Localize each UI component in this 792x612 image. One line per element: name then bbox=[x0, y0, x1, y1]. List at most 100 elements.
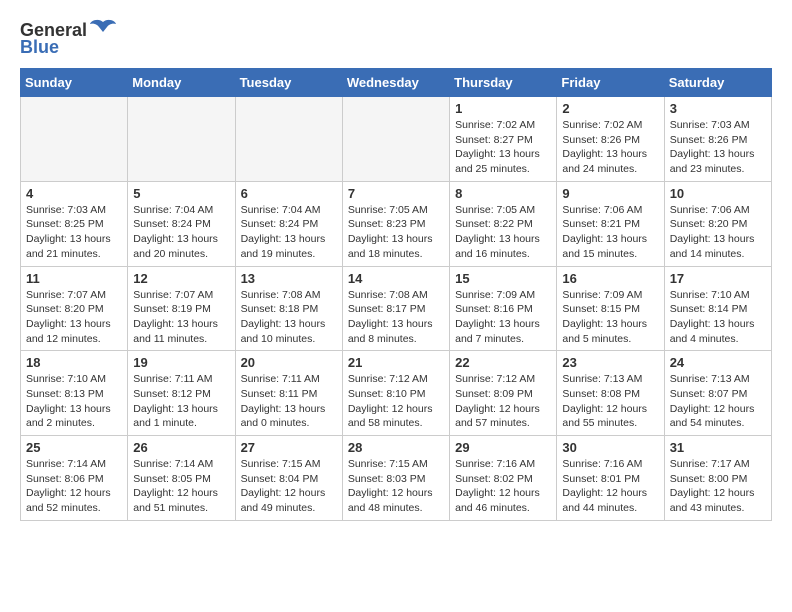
day-info: Sunrise: 7:10 AMSunset: 8:13 PMDaylight:… bbox=[26, 372, 122, 431]
day-number: 17 bbox=[670, 271, 766, 286]
day-info: Sunrise: 7:11 AMSunset: 8:11 PMDaylight:… bbox=[241, 372, 337, 431]
calendar-cell: 26Sunrise: 7:14 AMSunset: 8:05 PMDayligh… bbox=[128, 436, 235, 521]
calendar-cell: 25Sunrise: 7:14 AMSunset: 8:06 PMDayligh… bbox=[21, 436, 128, 521]
page-header: General Blue bbox=[20, 20, 772, 58]
day-number: 10 bbox=[670, 186, 766, 201]
logo: General Blue bbox=[20, 20, 117, 58]
day-info: Sunrise: 7:08 AMSunset: 8:18 PMDaylight:… bbox=[241, 288, 337, 347]
day-info: Sunrise: 7:05 AMSunset: 8:23 PMDaylight:… bbox=[348, 203, 444, 262]
calendar-cell: 10 Sunrise: 7:06 AMSunset: 8:20 PMDayligh… bbox=[664, 181, 771, 266]
calendar-cell: 14Sunrise: 7:08 AMSunset: 8:17 PMDayligh… bbox=[342, 266, 449, 351]
day-number: 28 bbox=[348, 440, 444, 455]
calendar-header-friday: Friday bbox=[557, 69, 664, 97]
day-number: 11 bbox=[26, 271, 122, 286]
calendar-header-row: SundayMondayTuesdayWednesdayThursdayFrid… bbox=[21, 69, 772, 97]
day-number: 21 bbox=[348, 355, 444, 370]
calendar-cell bbox=[21, 97, 128, 182]
day-number: 9 bbox=[562, 186, 658, 201]
day-info: Sunrise: 7:07 AMSunset: 8:19 PMDaylight:… bbox=[133, 288, 229, 347]
day-info: Sunrise: 7:06 AMSunset: 8:21 PMDaylight:… bbox=[562, 203, 658, 262]
day-info: Sunrise: 7:10 AMSunset: 8:14 PMDaylight:… bbox=[670, 288, 766, 347]
calendar-cell: 24Sunrise: 7:13 AMSunset: 8:07 PMDayligh… bbox=[664, 351, 771, 436]
calendar-cell: 19 Sunrise: 7:11 AMSunset: 8:12 PMDayligh… bbox=[128, 351, 235, 436]
day-number: 2 bbox=[562, 101, 658, 116]
day-info: Sunrise: 7:02 AMSunset: 8:27 PMDaylight:… bbox=[455, 118, 551, 177]
calendar-cell: 12 Sunrise: 7:07 AMSunset: 8:19 PMDayligh… bbox=[128, 266, 235, 351]
calendar-cell: 16 Sunrise: 7:09 AMSunset: 8:15 PMDayligh… bbox=[557, 266, 664, 351]
calendar-cell: 8 Sunrise: 7:05 AMSunset: 8:22 PMDaylight… bbox=[450, 181, 557, 266]
day-number: 18 bbox=[26, 355, 122, 370]
calendar-cell bbox=[342, 97, 449, 182]
day-number: 22 bbox=[455, 355, 551, 370]
calendar-cell: 18 Sunrise: 7:10 AMSunset: 8:13 PMDayligh… bbox=[21, 351, 128, 436]
calendar-cell: 5 Sunrise: 7:04 AMSunset: 8:24 PMDaylight… bbox=[128, 181, 235, 266]
calendar-cell: 7Sunrise: 7:05 AMSunset: 8:23 PMDaylight… bbox=[342, 181, 449, 266]
day-number: 19 bbox=[133, 355, 229, 370]
day-number: 30 bbox=[562, 440, 658, 455]
day-number: 16 bbox=[562, 271, 658, 286]
day-info: Sunrise: 7:13 AMSunset: 8:07 PMDaylight:… bbox=[670, 372, 766, 431]
day-info: Sunrise: 7:15 AMSunset: 8:04 PMDaylight:… bbox=[241, 457, 337, 516]
calendar-cell bbox=[128, 97, 235, 182]
day-info: Sunrise: 7:04 AMSunset: 8:24 PMDaylight:… bbox=[133, 203, 229, 262]
calendar-header-monday: Monday bbox=[128, 69, 235, 97]
calendar-cell: 2 Sunrise: 7:02 AMSunset: 8:26 PMDaylight… bbox=[557, 97, 664, 182]
day-info: Sunrise: 7:09 AMSunset: 8:15 PMDaylight:… bbox=[562, 288, 658, 347]
calendar-week-5: 25Sunrise: 7:14 AMSunset: 8:06 PMDayligh… bbox=[21, 436, 772, 521]
day-info: Sunrise: 7:13 AMSunset: 8:08 PMDaylight:… bbox=[562, 372, 658, 431]
calendar-cell: 3 Sunrise: 7:03 AMSunset: 8:26 PMDaylight… bbox=[664, 97, 771, 182]
day-number: 1 bbox=[455, 101, 551, 116]
calendar-header-thursday: Thursday bbox=[450, 69, 557, 97]
day-info: Sunrise: 7:17 AMSunset: 8:00 PMDaylight:… bbox=[670, 457, 766, 516]
calendar-cell: 15 Sunrise: 7:09 AMSunset: 8:16 PMDayligh… bbox=[450, 266, 557, 351]
calendar-cell: 13 Sunrise: 7:08 AMSunset: 8:18 PMDayligh… bbox=[235, 266, 342, 351]
logo-bird-icon bbox=[89, 18, 117, 40]
day-number: 3 bbox=[670, 101, 766, 116]
day-number: 31 bbox=[670, 440, 766, 455]
day-number: 15 bbox=[455, 271, 551, 286]
day-info: Sunrise: 7:06 AMSunset: 8:20 PMDaylight:… bbox=[670, 203, 766, 262]
calendar-cell: 31 Sunrise: 7:17 AMSunset: 8:00 PMDayligh… bbox=[664, 436, 771, 521]
day-info: Sunrise: 7:05 AMSunset: 8:22 PMDaylight:… bbox=[455, 203, 551, 262]
calendar-cell: 4Sunrise: 7:03 AMSunset: 8:25 PMDaylight… bbox=[21, 181, 128, 266]
calendar-week-2: 4Sunrise: 7:03 AMSunset: 8:25 PMDaylight… bbox=[21, 181, 772, 266]
day-info: Sunrise: 7:16 AMSunset: 8:02 PMDaylight:… bbox=[455, 457, 551, 516]
calendar-header-tuesday: Tuesday bbox=[235, 69, 342, 97]
calendar-cell bbox=[235, 97, 342, 182]
day-info: Sunrise: 7:07 AMSunset: 8:20 PMDaylight:… bbox=[26, 288, 122, 347]
day-info: Sunrise: 7:03 AMSunset: 8:25 PMDaylight:… bbox=[26, 203, 122, 262]
day-number: 12 bbox=[133, 271, 229, 286]
day-info: Sunrise: 7:16 AMSunset: 8:01 PMDaylight:… bbox=[562, 457, 658, 516]
day-info: Sunrise: 7:09 AMSunset: 8:16 PMDaylight:… bbox=[455, 288, 551, 347]
calendar-cell: 20Sunrise: 7:11 AMSunset: 8:11 PMDayligh… bbox=[235, 351, 342, 436]
calendar-cell: 6 Sunrise: 7:04 AMSunset: 8:24 PMDaylight… bbox=[235, 181, 342, 266]
calendar-header-sunday: Sunday bbox=[21, 69, 128, 97]
day-number: 25 bbox=[26, 440, 122, 455]
logo-blue-text: Blue bbox=[20, 37, 59, 58]
calendar-cell: 17 Sunrise: 7:10 AMSunset: 8:14 PMDayligh… bbox=[664, 266, 771, 351]
calendar-cell: 1 Sunrise: 7:02 AMSunset: 8:27 PMDaylight… bbox=[450, 97, 557, 182]
day-info: Sunrise: 7:12 AMSunset: 8:09 PMDaylight:… bbox=[455, 372, 551, 431]
calendar-header-wednesday: Wednesday bbox=[342, 69, 449, 97]
day-info: Sunrise: 7:04 AMSunset: 8:24 PMDaylight:… bbox=[241, 203, 337, 262]
calendar-cell: 30 Sunrise: 7:16 AMSunset: 8:01 PMDayligh… bbox=[557, 436, 664, 521]
calendar-cell: 29 Sunrise: 7:16 AMSunset: 8:02 PMDayligh… bbox=[450, 436, 557, 521]
day-info: Sunrise: 7:03 AMSunset: 8:26 PMDaylight:… bbox=[670, 118, 766, 177]
day-number: 13 bbox=[241, 271, 337, 286]
calendar-cell: 11 Sunrise: 7:07 AMSunset: 8:20 PMDayligh… bbox=[21, 266, 128, 351]
day-number: 5 bbox=[133, 186, 229, 201]
day-number: 6 bbox=[241, 186, 337, 201]
day-number: 26 bbox=[133, 440, 229, 455]
day-info: Sunrise: 7:11 AMSunset: 8:12 PMDaylight:… bbox=[133, 372, 229, 431]
day-number: 23 bbox=[562, 355, 658, 370]
calendar-cell: 27Sunrise: 7:15 AMSunset: 8:04 PMDayligh… bbox=[235, 436, 342, 521]
calendar-header-saturday: Saturday bbox=[664, 69, 771, 97]
day-info: Sunrise: 7:02 AMSunset: 8:26 PMDaylight:… bbox=[562, 118, 658, 177]
calendar-cell: 9 Sunrise: 7:06 AMSunset: 8:21 PMDaylight… bbox=[557, 181, 664, 266]
day-info: Sunrise: 7:08 AMSunset: 8:17 PMDaylight:… bbox=[348, 288, 444, 347]
day-number: 29 bbox=[455, 440, 551, 455]
calendar-table: SundayMondayTuesdayWednesdayThursdayFrid… bbox=[20, 68, 772, 521]
day-number: 8 bbox=[455, 186, 551, 201]
calendar-week-4: 18 Sunrise: 7:10 AMSunset: 8:13 PMDayligh… bbox=[21, 351, 772, 436]
calendar-week-3: 11 Sunrise: 7:07 AMSunset: 8:20 PMDayligh… bbox=[21, 266, 772, 351]
